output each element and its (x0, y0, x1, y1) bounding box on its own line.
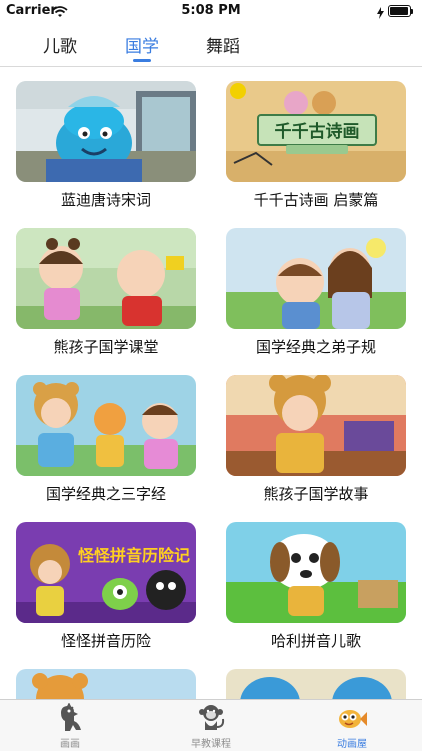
card-thumbnail[interactable] (16, 375, 196, 476)
monkey-icon (196, 703, 226, 737)
card-thumbnail[interactable] (16, 669, 196, 699)
status-time: 5:08 PM (181, 3, 241, 18)
nav-label: 画画 (60, 739, 80, 750)
thumbnail-caption: 怪怪拼音历险记 (77, 546, 190, 565)
tab-nursery-rhymes[interactable]: 儿歌 (43, 32, 77, 57)
card-thumbnail[interactable] (226, 522, 406, 623)
charging-icon (377, 4, 384, 23)
card-title: 熊孩子国学课堂 (53, 338, 159, 356)
nav-tab-cartoons[interactable]: 动画屋 (282, 700, 422, 751)
nav-label: 动画屋 (337, 739, 367, 750)
card-title: 哈利拼音儿歌 (270, 632, 361, 650)
card-thumbnail[interactable] (16, 81, 196, 182)
category-tab-bar: 儿歌 国学 舞蹈 (0, 22, 422, 67)
video-grid[interactable]: 蓝迪唐诗宋词 千千古诗画 千千古诗画 启蒙篇 熊孩子国学课堂 国学经典之弟子规 … (0, 67, 422, 699)
card-thumbnail[interactable]: 怪怪拼音历险记 (16, 522, 196, 623)
card-thumbnail[interactable] (226, 228, 406, 329)
card-title: 蓝迪唐诗宋词 (60, 191, 151, 209)
active-tab-indicator (133, 59, 151, 62)
nav-tab-early-education[interactable]: 早教课程 (141, 700, 281, 751)
card-title: 国学经典之三字经 (45, 485, 166, 503)
thumbnail-caption: 千千古诗画 (274, 122, 360, 142)
tab-dance[interactable]: 舞蹈 (206, 32, 240, 57)
card-thumbnail[interactable] (16, 228, 196, 329)
dinosaur-icon (55, 702, 85, 737)
card-title: 千千古诗画 启蒙篇 (253, 191, 379, 209)
status-bar: Carrier 5:08 PM (0, 0, 422, 22)
fish-icon (336, 703, 368, 737)
bottom-tab-bar: 画画 早教课程 动画屋 (0, 699, 422, 751)
card-title: 熊孩子国学故事 (263, 485, 369, 503)
card-title: 国学经典之弟子规 (255, 338, 376, 356)
battery-icon (388, 5, 414, 17)
card-thumbnail[interactable] (226, 375, 406, 476)
card-thumbnail[interactable]: 千千古诗画 (226, 81, 406, 182)
card-thumbnail[interactable] (226, 669, 406, 699)
tab-chinese-classics[interactable]: 国学 (125, 32, 159, 57)
nav-tab-drawing[interactable]: 画画 (0, 700, 140, 751)
nav-label: 早教课程 (191, 739, 231, 750)
card-title: 怪怪拼音历险 (60, 632, 151, 650)
